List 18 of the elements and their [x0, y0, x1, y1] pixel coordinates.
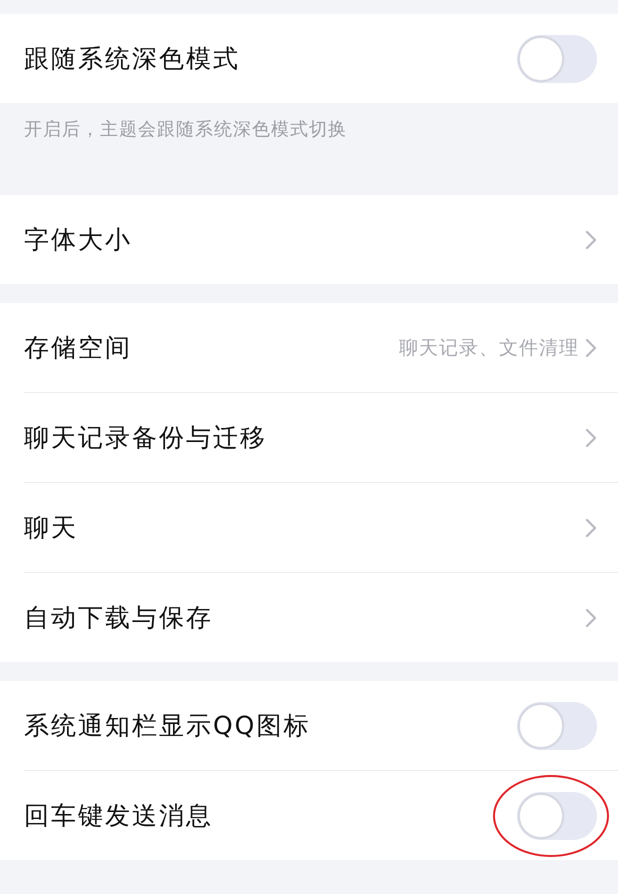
setting-label: 字体大小 — [24, 224, 133, 256]
chevron-right-icon[interactable] — [585, 230, 597, 250]
setting-label: 聊天 — [24, 512, 79, 544]
hint-text: 开启后，主题会跟随系统深色模式切换 — [23, 118, 348, 142]
chevron-right-icon[interactable] — [585, 338, 597, 358]
chevron-right-icon[interactable] — [585, 608, 597, 628]
setting-label: 自动下载与保存 — [24, 602, 214, 634]
setting-label: 存储空间 — [24, 332, 133, 364]
chevron-right-icon[interactable] — [585, 518, 597, 538]
chevron-right-icon[interactable] — [585, 428, 597, 448]
setting-detail: 聊天记录、文件清理 — [399, 336, 579, 360]
setting-label: 回车键发送消息 — [24, 800, 214, 832]
toggle-switch[interactable] — [517, 702, 597, 750]
setting-label: 聊天记录备份与迁移 — [24, 422, 268, 454]
setting-label: 系统通知栏显示QQ图标 — [24, 710, 312, 742]
toggle-switch[interactable] — [517, 34, 597, 82]
toggle-switch[interactable] — [517, 792, 597, 840]
setting-label: 跟随系统深色模式 — [24, 43, 241, 75]
